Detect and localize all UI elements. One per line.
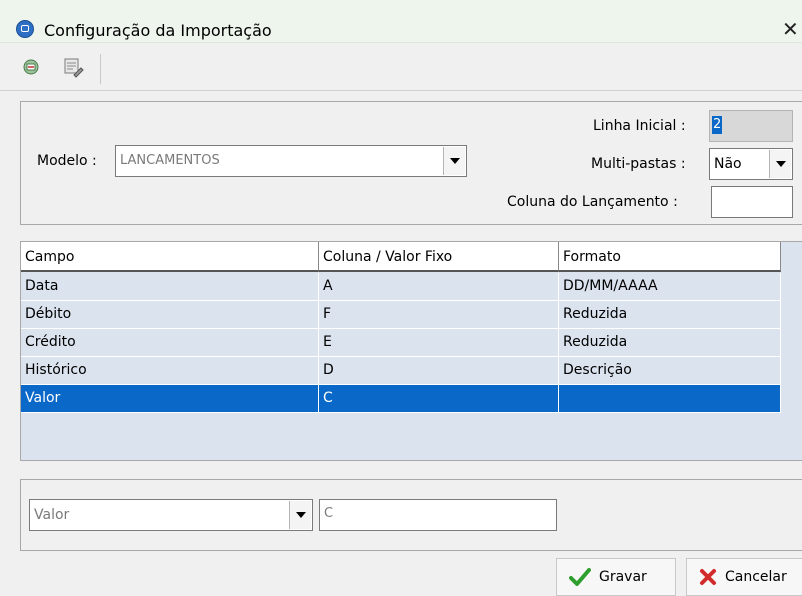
cell-campo: Crédito [21, 329, 319, 357]
cell-coluna: A [319, 273, 559, 301]
grid-header: Campo Coluna / Valor Fixo Formato [21, 242, 781, 272]
cell-campo: Valor [21, 385, 319, 413]
cell-campo: Histórico [21, 357, 319, 385]
app-icon [16, 20, 34, 38]
column-value-field[interactable]: C [319, 499, 557, 531]
column-value-text: C [324, 506, 334, 521]
multi-pastas-label: Multi-pastas : [591, 156, 686, 172]
cell-campo: Data [21, 273, 319, 301]
cell-coluna: F [319, 301, 559, 329]
linha-inicial-value: 2 [712, 116, 723, 134]
table-row[interactable]: Histórico D Descrição [21, 357, 781, 385]
cell-formato [559, 385, 781, 413]
import-settings-icon [23, 59, 39, 75]
coluna-lancamento-label: Coluna do Lançamento : [507, 194, 678, 210]
modelo-label: Modelo : [37, 153, 97, 169]
field-dropdown-icon[interactable] [289, 501, 311, 529]
mapping-grid: Campo Coluna / Valor Fixo Formato Data A… [20, 241, 802, 461]
table-row[interactable]: Data A DD/MM/AAAA [21, 273, 781, 301]
cell-formato: Descrição [559, 357, 781, 385]
col-header-campo[interactable]: Campo [21, 242, 319, 272]
close-button[interactable]: ✕ [782, 17, 799, 41]
linha-inicial-label: Linha Inicial : [593, 118, 686, 134]
col-header-coluna[interactable]: Coluna / Valor Fixo [319, 242, 559, 272]
cell-coluna: E [319, 329, 559, 357]
cancel-x-icon [700, 569, 716, 585]
save-label: Gravar [599, 569, 647, 585]
cell-coluna: D [319, 357, 559, 385]
editor-group: Valor C [20, 479, 802, 551]
header-group: Modelo : LANCAMENTOS Linha Inicial : 2 M… [20, 101, 802, 225]
cell-formato: DD/MM/AAAA [559, 273, 781, 301]
field-combo-value: Valor [34, 507, 70, 523]
table-row-selected[interactable]: Valor C [21, 385, 781, 413]
table-row[interactable]: Débito F Reduzida [21, 301, 781, 329]
table-row[interactable]: Crédito E Reduzida [21, 329, 781, 357]
cell-formato: Reduzida [559, 301, 781, 329]
cell-campo: Débito [21, 301, 319, 329]
save-button[interactable]: Gravar [556, 558, 676, 596]
cell-coluna: C [319, 385, 559, 413]
edit-form-icon [64, 58, 84, 78]
toolbar-separator [100, 54, 101, 84]
cancel-button[interactable]: Cancelar [686, 558, 802, 596]
modelo-combo[interactable]: LANCAMENTOS [115, 145, 467, 177]
linha-inicial-field[interactable]: 2 [709, 110, 793, 142]
title-bar: Configuração da Importação ✕ [0, 0, 802, 43]
field-combo[interactable]: Valor [29, 499, 313, 531]
multi-pastas-value: Não [714, 156, 742, 172]
window-title: Configuração da Importação [44, 21, 272, 40]
edit-form-button[interactable] [58, 52, 88, 82]
modelo-value: LANCAMENTOS [120, 153, 220, 168]
checkmark-icon [569, 568, 591, 586]
cell-formato: Reduzida [559, 329, 781, 357]
multi-pastas-dropdown-icon[interactable] [769, 150, 791, 178]
cancel-label: Cancelar [725, 569, 787, 585]
modelo-dropdown-icon[interactable] [443, 147, 465, 175]
import-settings-button[interactable] [16, 52, 46, 82]
col-header-formato[interactable]: Formato [559, 242, 781, 272]
multi-pastas-combo[interactable]: Não [709, 148, 793, 180]
coluna-lancamento-field[interactable] [711, 186, 793, 218]
toolbar [0, 48, 802, 91]
